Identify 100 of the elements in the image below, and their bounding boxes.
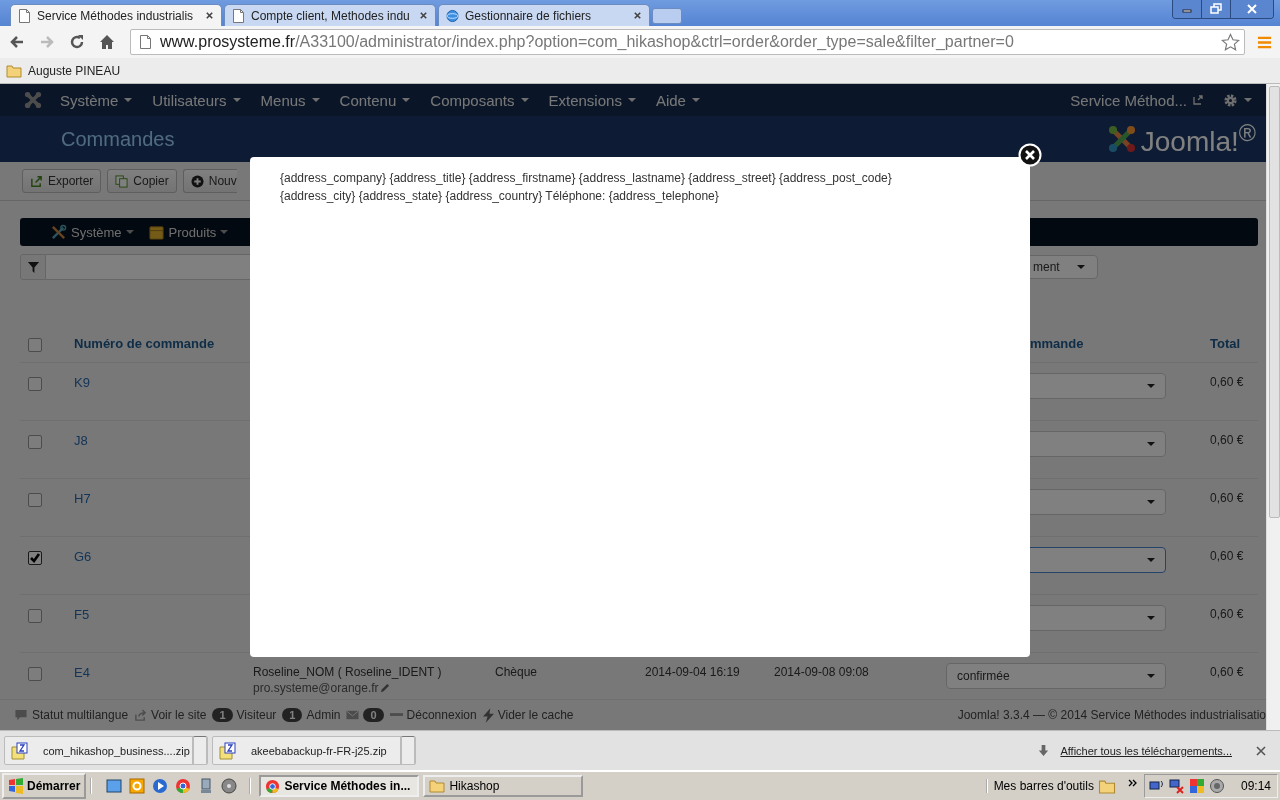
row-checkbox[interactable] (28, 435, 42, 449)
plus-circle-icon (190, 174, 204, 188)
chrome-icon[interactable] (175, 778, 192, 794)
folder-icon (6, 63, 22, 78)
date-cell: 2014-09-04 16:19 (645, 665, 740, 679)
export-icon (30, 174, 43, 188)
browser-tab[interactable]: Service Méthodes industrialis (10, 4, 222, 26)
payment-method: Chèque (495, 665, 538, 679)
status-link[interactable]: Voir le site (134, 708, 207, 722)
chevron-icon[interactable] (1127, 779, 1138, 787)
order-number-link[interactable]: K9 (74, 375, 90, 390)
order-number-link[interactable]: E4 (74, 665, 90, 680)
admin-menu-item[interactable]: Composants (420, 91, 539, 109)
zip-file-icon (11, 741, 29, 760)
disc-icon[interactable] (221, 778, 238, 794)
lightning-icon (482, 707, 494, 723)
page-icon (232, 8, 245, 23)
status-link[interactable]: Statut multilangue (14, 708, 129, 722)
total-amount: 0,60 € (1210, 665, 1244, 679)
speaker-icon[interactable] (1208, 778, 1225, 794)
admin-menu-item[interactable]: Utilisateurs (142, 91, 251, 109)
close-icon[interactable] (205, 11, 214, 20)
filter-button[interactable] (20, 254, 46, 280)
share-icon (134, 708, 148, 722)
toolbar-button[interactable]: Exporter (22, 169, 102, 193)
customer-email: pro.systeme@orange.fr (253, 681, 379, 695)
order-number-link[interactable]: H7 (74, 491, 91, 506)
column-header[interactable]: Total (1210, 336, 1241, 351)
network-error-icon[interactable] (1168, 778, 1185, 794)
row-checkbox[interactable] (28, 667, 42, 681)
select-all-checkbox[interactable] (28, 338, 42, 352)
order-number-link[interactable]: G6 (74, 549, 92, 564)
count-badge: 1 (212, 708, 233, 722)
taskbar-window-button[interactable]: Hikashop (423, 775, 584, 797)
show-all-downloads-link[interactable]: Afficher tous les téléchargements... (1060, 744, 1232, 757)
globe-icon (446, 8, 459, 23)
zip-file-icon (219, 741, 237, 760)
close-icon[interactable] (419, 11, 428, 20)
restore-button[interactable] (1201, 0, 1230, 18)
bookmark-folder[interactable]: Auguste PINEAU (6, 63, 121, 78)
row-checkbox[interactable] (28, 493, 42, 507)
taskbar-window-button[interactable]: Service Méthodes in... (259, 775, 420, 797)
row-checkbox[interactable] (28, 377, 42, 391)
box-icon (147, 223, 165, 241)
toolbar-button[interactable]: Nouv (182, 169, 237, 193)
count-badge: 0 (363, 708, 384, 722)
admin-menu-item[interactable]: Menus (250, 91, 330, 109)
chrome-icon (265, 778, 281, 794)
restore-icon (1210, 3, 1222, 15)
media-player-icon[interactable] (152, 778, 169, 794)
colored-squares-icon[interactable] (1188, 778, 1205, 794)
home-icon[interactable] (98, 33, 116, 51)
status-link[interactable]: 1 Visiteur (212, 708, 277, 722)
submenu-item[interactable]: Produits (147, 223, 229, 241)
close-button[interactable] (1230, 0, 1273, 18)
browser-tab[interactable]: Compte client, Methodes indu (224, 4, 436, 26)
status-link[interactable]: Vider le cache (482, 707, 574, 723)
total-amount: 0,60 € (1210, 375, 1244, 389)
status-link[interactable]: Déconnexion (389, 708, 477, 722)
reload-icon[interactable] (68, 33, 86, 51)
address-bar[interactable]: www.prosysteme.fr/A33100/administrator/index.php?option=com_hikashop&ctrl=order&order_type=sale&filter_partner=0 (130, 29, 1245, 55)
order-number-link[interactable]: F5 (74, 607, 90, 622)
admin-menu-item[interactable]: Extensions (538, 91, 646, 109)
total-amount: 0,60 € (1210, 491, 1244, 505)
toolbar-button[interactable]: Copier (107, 169, 177, 193)
start-button[interactable]: Démarrer (2, 773, 87, 799)
customer-name: Roseline_NOM ( Roseline_IDENT ) (253, 665, 442, 679)
row-checkbox[interactable] (28, 609, 42, 623)
page-icon (139, 35, 152, 49)
close-icon[interactable] (633, 11, 642, 20)
column-header[interactable]: Numéro de commande (74, 336, 215, 351)
admin-menu-item[interactable]: Système (50, 91, 143, 109)
settings-icon (1223, 92, 1238, 108)
column-header[interactable]: mmande (1030, 336, 1084, 351)
browser-tab[interactable]: Gestionnaire de fichiers (438, 4, 650, 26)
admin-menu-item[interactable]: Aide (645, 91, 710, 109)
folder-icon (429, 779, 446, 793)
site-link[interactable]: Service Méthod... (1060, 91, 1213, 109)
menu-icon[interactable] (1257, 34, 1272, 50)
minus-icon (389, 713, 403, 717)
office-app-icon[interactable] (129, 778, 146, 794)
copyright-text: Joomla! 3.3.4 — © 2014 Service Méthodes industrialisatio (957, 708, 1266, 722)
toolbars-label[interactable]: Mes barres d'outils (985, 779, 1094, 793)
scrollbar-thumb[interactable] (1269, 86, 1280, 518)
page-title: Commandes (61, 127, 175, 151)
mail-icon (346, 710, 360, 720)
row-checkbox[interactable] (28, 551, 42, 565)
star-icon[interactable] (1221, 32, 1240, 52)
desktop-icon[interactable] (106, 778, 123, 794)
submenu-item[interactable]: Système (50, 223, 134, 241)
external-link-icon (1193, 95, 1203, 105)
admin-menu-item[interactable]: Contenu (329, 91, 421, 109)
status-link[interactable]: 1 Admin (282, 708, 341, 722)
page-icon (18, 8, 31, 23)
total-amount: 0,60 € (1210, 607, 1244, 621)
filter-icon (26, 260, 40, 274)
pencil-icon[interactable] (378, 682, 390, 694)
order-number-link[interactable]: J8 (74, 433, 88, 448)
status-link[interactable]: 0 (346, 708, 384, 722)
status-dropdown[interactable]: confirmée (946, 663, 1166, 689)
